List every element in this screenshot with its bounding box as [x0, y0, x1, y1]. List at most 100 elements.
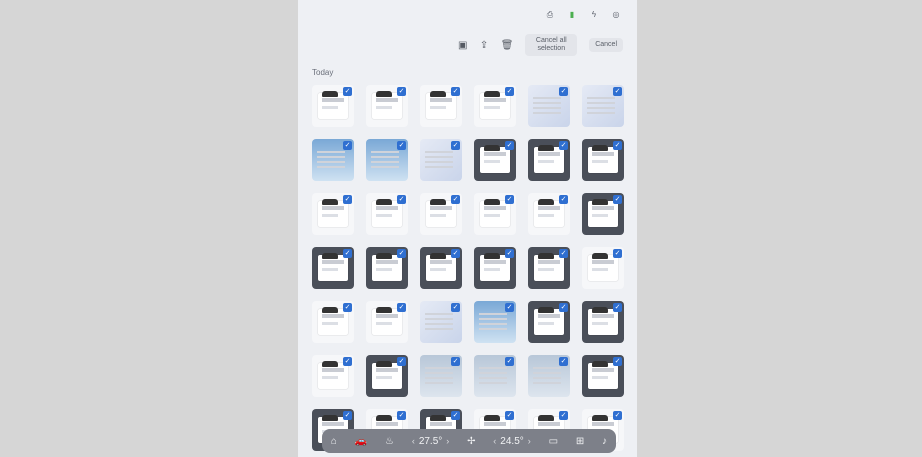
photo-thumbnail[interactable]: ✓	[582, 247, 624, 289]
selected-check-icon[interactable]: ✓	[397, 87, 406, 96]
photo-thumbnail[interactable]: ✓	[312, 139, 354, 181]
photo-thumbnail[interactable]: ✓	[312, 85, 354, 127]
photo-thumbnail[interactable]: ✓	[528, 193, 570, 235]
selected-check-icon[interactable]: ✓	[343, 303, 352, 312]
selected-check-icon[interactable]: ✓	[397, 411, 406, 420]
photo-thumbnail[interactable]: ✓	[366, 355, 408, 397]
display-icon[interactable]: ▭	[549, 436, 558, 447]
selected-check-icon[interactable]: ✓	[451, 195, 460, 204]
selected-check-icon[interactable]: ✓	[505, 195, 514, 204]
photo-thumbnail[interactable]: ✓	[366, 247, 408, 289]
selected-check-icon[interactable]: ✓	[397, 195, 406, 204]
selected-check-icon[interactable]: ✓	[343, 141, 352, 150]
trash-icon[interactable]: 🗑	[501, 38, 514, 52]
photo-thumbnail[interactable]: ✓	[420, 355, 462, 397]
photo-thumbnail[interactable]: ✓	[420, 247, 462, 289]
photo-thumbnail[interactable]: ✓	[582, 193, 624, 235]
selected-check-icon[interactable]: ✓	[343, 249, 352, 258]
selected-check-icon[interactable]: ✓	[343, 357, 352, 366]
selected-check-icon[interactable]: ✓	[505, 249, 514, 258]
share-icon[interactable]: ⇪	[479, 38, 488, 52]
selected-check-icon[interactable]: ✓	[451, 249, 460, 258]
photo-thumbnail[interactable]: ✓	[420, 301, 462, 343]
move-to-folder-icon[interactable]: ▣	[458, 38, 467, 52]
selected-check-icon[interactable]: ✓	[343, 87, 352, 96]
selected-check-icon[interactable]: ✓	[343, 411, 352, 420]
selected-check-icon[interactable]: ✓	[451, 141, 460, 150]
selected-check-icon[interactable]: ✓	[397, 303, 406, 312]
photo-thumbnail[interactable]: ✓	[312, 301, 354, 343]
photo-thumbnail[interactable]: ✓	[474, 139, 516, 181]
selected-check-icon[interactable]: ✓	[451, 357, 460, 366]
selected-check-icon[interactable]: ✓	[613, 249, 622, 258]
photo-thumbnail[interactable]: ✓	[366, 85, 408, 127]
car-icon[interactable]: 🚗	[355, 436, 367, 447]
photo-thumbnail[interactable]: ✓	[474, 193, 516, 235]
selected-check-icon[interactable]: ✓	[451, 87, 460, 96]
photo-thumbnail[interactable]: ✓	[528, 355, 570, 397]
right-temp-control[interactable]: ‹ 24.5° ›	[493, 436, 530, 447]
selected-check-icon[interactable]: ✓	[451, 411, 460, 420]
photo-thumbnail[interactable]: ✓	[474, 355, 516, 397]
selected-check-icon[interactable]: ✓	[397, 141, 406, 150]
selected-check-icon[interactable]: ✓	[505, 87, 514, 96]
music-icon[interactable]: ♪	[602, 436, 607, 447]
selected-check-icon[interactable]: ✓	[559, 411, 568, 420]
photo-thumbnail[interactable]: ✓	[366, 139, 408, 181]
selected-check-icon[interactable]: ✓	[397, 357, 406, 366]
selected-check-icon[interactable]: ✓	[505, 411, 514, 420]
photo-thumbnail[interactable]: ✓	[528, 85, 570, 127]
photo-thumbnail[interactable]: ✓	[582, 139, 624, 181]
seat-heat-icon[interactable]: ♨	[385, 436, 394, 447]
photo-thumbnail[interactable]: ✓	[366, 301, 408, 343]
chevron-left-icon[interactable]: ‹	[412, 436, 415, 446]
photo-thumbnail[interactable]: ✓	[528, 247, 570, 289]
apps-grid-icon[interactable]: ⊞	[576, 436, 584, 447]
photo-thumbnail[interactable]: ✓	[528, 301, 570, 343]
photo-thumbnail[interactable]: ✓	[474, 247, 516, 289]
selected-check-icon[interactable]: ✓	[613, 141, 622, 150]
photo-thumbnail[interactable]: ✓	[474, 85, 516, 127]
selected-check-icon[interactable]: ✓	[613, 87, 622, 96]
selected-check-icon[interactable]: ✓	[505, 303, 514, 312]
cancel-all-selection-button[interactable]: Cancel all selection	[525, 34, 578, 56]
photo-thumbnail[interactable]: ✓	[366, 193, 408, 235]
chevron-right-icon[interactable]: ›	[528, 436, 531, 446]
photo-thumbnail[interactable]: ✓	[582, 85, 624, 127]
photo-thumbnail[interactable]: ✓	[420, 139, 462, 181]
selected-check-icon[interactable]: ✓	[451, 303, 460, 312]
photo-thumbnail[interactable]: ✓	[312, 355, 354, 397]
photo-thumbnail[interactable]: ✓	[528, 139, 570, 181]
selected-check-icon[interactable]: ✓	[559, 303, 568, 312]
selected-check-icon[interactable]: ✓	[559, 195, 568, 204]
right-temp-value: 24.5°	[500, 435, 524, 447]
selected-check-icon[interactable]: ✓	[343, 195, 352, 204]
cancel-button[interactable]: Cancel	[589, 38, 623, 52]
thumbnail-preview	[533, 367, 561, 387]
selected-check-icon[interactable]: ✓	[559, 357, 568, 366]
selected-check-icon[interactable]: ✓	[505, 141, 514, 150]
selected-check-icon[interactable]: ✓	[505, 357, 514, 366]
chevron-right-icon[interactable]: ›	[446, 436, 449, 446]
fan-icon[interactable]: ✢	[467, 436, 475, 447]
photo-thumbnail[interactable]: ✓	[582, 355, 624, 397]
photo-thumbnail[interactable]: ✓	[312, 247, 354, 289]
selected-check-icon[interactable]: ✓	[613, 195, 622, 204]
home-icon[interactable]: ⌂	[331, 436, 337, 447]
selected-check-icon[interactable]: ✓	[559, 141, 568, 150]
chevron-left-icon[interactable]: ‹	[493, 436, 496, 446]
car-image	[322, 199, 338, 205]
selected-check-icon[interactable]: ✓	[613, 411, 622, 420]
thumbnail-preview	[371, 151, 399, 171]
left-temp-control[interactable]: ‹ 27.5° ›	[412, 436, 449, 447]
selected-check-icon[interactable]: ✓	[559, 87, 568, 96]
selected-check-icon[interactable]: ✓	[613, 303, 622, 312]
photo-thumbnail[interactable]: ✓	[312, 193, 354, 235]
photo-thumbnail[interactable]: ✓	[582, 301, 624, 343]
photo-thumbnail[interactable]: ✓	[420, 85, 462, 127]
selected-check-icon[interactable]: ✓	[397, 249, 406, 258]
photo-thumbnail[interactable]: ✓	[474, 301, 516, 343]
selected-check-icon[interactable]: ✓	[613, 357, 622, 366]
selected-check-icon[interactable]: ✓	[559, 249, 568, 258]
photo-thumbnail[interactable]: ✓	[420, 193, 462, 235]
